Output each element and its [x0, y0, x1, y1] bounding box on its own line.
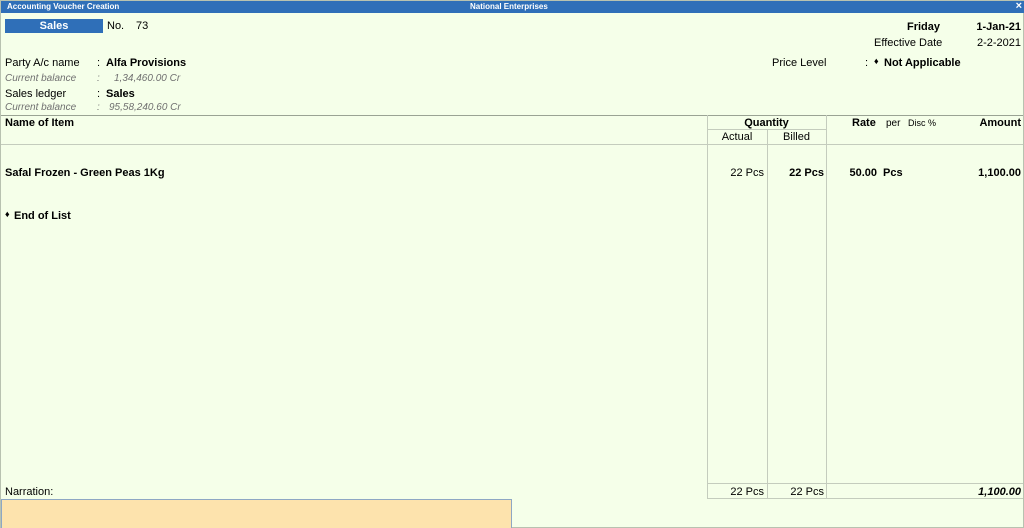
item-actual-qty[interactable]: 22 Pcs — [707, 167, 764, 179]
item-per-unit[interactable]: Pcs — [883, 167, 903, 179]
totals-bottom-border — [707, 498, 1023, 499]
sales-balance-sep: : — [97, 102, 100, 113]
effective-date-label: Effective Date — [874, 37, 943, 49]
voucher-no-label: No. — [107, 20, 125, 32]
party-balance-sep: : — [97, 73, 100, 84]
voucher-date[interactable]: 1-Jan-21 — [961, 21, 1021, 33]
narration-label: Narration: — [5, 486, 54, 498]
table-header-bottom-border — [1, 144, 1023, 145]
sales-ledger-field[interactable]: Sales — [106, 88, 135, 100]
header-name-of-item: Name of Item — [5, 117, 75, 129]
header-disc: Disc % — [908, 118, 937, 128]
close-icon[interactable]: × — [1016, 0, 1022, 12]
party-sep: : — [97, 57, 101, 69]
title-bar: Accounting Voucher Creation National Ent… — [1, 0, 1024, 13]
table-top-border — [1, 115, 1023, 116]
header-actual: Actual — [721, 131, 753, 143]
end-of-list-item[interactable]: End of List — [14, 210, 71, 222]
effective-date-value[interactable]: 2-2-2021 — [961, 37, 1021, 49]
item-rate[interactable]: 50.00 — [831, 167, 877, 179]
voucher-type-button[interactable]: Sales — [5, 19, 103, 33]
header-amount: Amount — [979, 117, 1021, 129]
window-title: Accounting Voucher Creation — [7, 2, 120, 11]
totals-top-border — [707, 483, 1023, 484]
col-divider-rate — [826, 115, 827, 499]
company-name: National Enterprises — [470, 2, 548, 11]
party-balance-value: 1,34,460.00 Cr — [114, 73, 181, 84]
total-actual-qty: 22 Pcs — [730, 486, 764, 498]
header-rate: Rate — [852, 117, 876, 129]
end-of-list-bullet-icon: ♦ — [5, 209, 10, 219]
price-level-sep: : — [865, 57, 869, 69]
sales-ledger-sep: : — [97, 88, 101, 100]
narration-input[interactable] — [1, 499, 512, 528]
sales-balance-label: Current balance — [5, 102, 77, 113]
party-name-field[interactable]: Alfa Provisions — [106, 57, 186, 69]
item-billed-qty[interactable]: 22 Pcs — [767, 167, 824, 179]
price-level-label: Price Level — [772, 57, 827, 69]
total-amount: 1,100.00 — [978, 486, 1021, 498]
voucher-day: Friday — [907, 21, 941, 33]
party-balance-label: Current balance — [5, 73, 77, 84]
voucher-window: Accounting Voucher Creation National Ent… — [0, 0, 1024, 528]
item-name[interactable]: Safal Frozen - Green Peas 1Kg — [5, 167, 165, 179]
header-quantity: Quantity — [744, 117, 789, 129]
item-amount[interactable]: 1,100.00 — [951, 167, 1021, 179]
party-label: Party A/c name — [5, 57, 80, 69]
col-divider-billed — [767, 129, 768, 499]
header-per: per — [886, 118, 901, 129]
voucher-no-value[interactable]: 73 — [136, 20, 148, 32]
price-level-field[interactable]: Not Applicable — [884, 57, 961, 69]
sales-balance-value: 95,58,240.60 Cr — [109, 102, 181, 113]
price-level-bullet-icon: ♦ — [874, 56, 879, 66]
total-billed-qty: 22 Pcs — [790, 486, 824, 498]
header-billed: Billed — [783, 131, 810, 143]
sales-ledger-label: Sales ledger — [5, 88, 67, 100]
